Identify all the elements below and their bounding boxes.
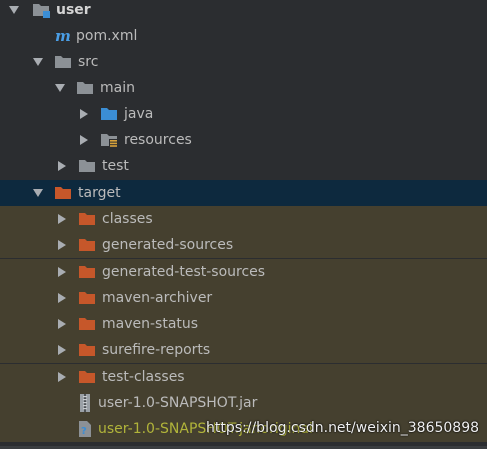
tree-label: maven-archiver xyxy=(102,290,213,306)
excluded-folder-icon xyxy=(78,237,96,253)
tree-row-src[interactable]: src xyxy=(0,49,487,75)
watermark-text: https://blog.csdn.net/weixin_38650898 xyxy=(206,420,480,436)
project-tree: user m pom.xml src main java resources t… xyxy=(0,0,487,449)
tree-row-generated-test-sources[interactable]: generated-test-sources xyxy=(0,259,487,285)
tree-row-surefire-reports[interactable]: surefire-reports xyxy=(0,337,487,363)
tree-label: test-classes xyxy=(102,369,185,385)
tree-label: surefire-reports xyxy=(102,342,211,358)
tree-row-maven-status[interactable]: maven-status xyxy=(0,311,487,337)
chevron-right-icon[interactable] xyxy=(56,317,68,331)
tree-row-target[interactable]: target xyxy=(0,180,487,206)
tree-label: generated-test-sources xyxy=(102,264,266,280)
excluded-folder-icon xyxy=(78,264,96,280)
tree-label: user-1.0-SNAPSHOT.jar xyxy=(98,395,258,411)
tree-label: user xyxy=(56,2,91,18)
chevron-right-icon[interactable] xyxy=(56,159,68,173)
chevron-right-icon[interactable] xyxy=(56,343,68,357)
tree-row-test-classes[interactable]: test-classes xyxy=(0,364,487,390)
tree-row-test[interactable]: test xyxy=(0,153,487,179)
tree-row-generated-sources[interactable]: generated-sources xyxy=(0,232,487,258)
tree-row-classes[interactable]: classes xyxy=(0,206,487,232)
tree-label: maven-status xyxy=(102,316,199,332)
maven-m-icon: m xyxy=(54,28,72,44)
chevron-right-icon[interactable] xyxy=(56,370,68,384)
tree-label: pom.xml xyxy=(76,28,138,44)
tree-label: main xyxy=(100,80,135,96)
folder-icon xyxy=(76,80,94,96)
chevron-right-icon[interactable] xyxy=(78,133,90,147)
chevron-right-icon[interactable] xyxy=(56,291,68,305)
tree-row-maven-archiver[interactable]: maven-archiver xyxy=(0,285,487,311)
chevron-down-icon[interactable] xyxy=(54,81,66,95)
tree-row-pom[interactable]: m pom.xml xyxy=(0,23,487,49)
folder-icon xyxy=(54,54,72,70)
svg-text:m: m xyxy=(55,28,71,44)
tree-label: target xyxy=(78,185,121,201)
tree-row-main[interactable]: main xyxy=(0,75,487,101)
chevron-down-icon[interactable] xyxy=(32,55,44,69)
tree-label: java xyxy=(124,106,154,122)
chevron-down-icon[interactable] xyxy=(32,186,44,200)
tree-row-jar[interactable]: user-1.0-SNAPSHOT.jar xyxy=(0,390,487,416)
tree-row-user[interactable]: user xyxy=(0,0,487,23)
chevron-right-icon[interactable] xyxy=(78,107,90,121)
tree-label: generated-sources xyxy=(102,237,234,253)
tree-label: resources xyxy=(124,132,192,148)
excluded-folder-icon xyxy=(54,185,72,201)
chevron-right-icon[interactable] xyxy=(56,238,68,252)
tree-label: test xyxy=(102,158,129,174)
tree-label: classes xyxy=(102,211,153,227)
folder-icon xyxy=(78,158,96,174)
tree-row-java[interactable]: java xyxy=(0,101,487,127)
excluded-folder-icon xyxy=(78,290,96,306)
tree-row-resources[interactable]: resources xyxy=(0,127,487,153)
jar-archive-icon xyxy=(76,394,94,412)
chevron-right-icon[interactable] xyxy=(56,265,68,279)
source-folder-icon xyxy=(100,106,118,122)
chevron-down-icon[interactable] xyxy=(8,3,20,17)
svg-text:?: ? xyxy=(81,426,87,437)
tree-label: src xyxy=(78,54,99,70)
excluded-folder-icon xyxy=(78,342,96,358)
excluded-folder-icon xyxy=(78,316,96,332)
unknown-file-icon: ? xyxy=(76,421,94,437)
chevron-right-icon[interactable] xyxy=(56,212,68,226)
excluded-folder-icon xyxy=(78,211,96,227)
excluded-folder-icon xyxy=(78,369,96,385)
resources-folder-icon xyxy=(100,132,118,148)
module-folder-icon xyxy=(32,2,50,18)
